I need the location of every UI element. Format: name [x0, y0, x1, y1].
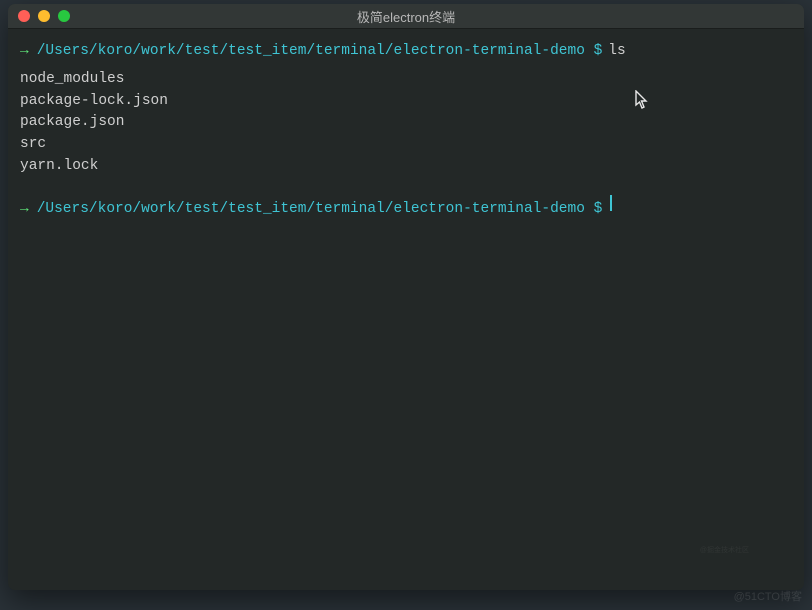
output-line: src	[20, 134, 792, 156]
prompt-line: → /Users/koro/work/test/test_item/termin…	[20, 196, 792, 221]
watermark-text: @51CTO博客	[734, 588, 802, 604]
titlebar[interactable]: 极简electron终端	[8, 4, 804, 29]
prompt-arrow-icon: →	[20, 41, 29, 63]
maximize-button[interactable]	[58, 10, 70, 22]
prompt-path: /Users/koro/work/test/test_item/terminal…	[37, 41, 603, 63]
command-text: ls	[608, 41, 625, 63]
prompt-arrow-icon: →	[20, 199, 29, 221]
minimize-button[interactable]	[38, 10, 50, 22]
output-line: package-lock.json	[20, 91, 792, 113]
app-window: 极简electron终端 → /Users/koro/work/test/tes…	[8, 4, 804, 590]
prompt-path: /Users/koro/work/test/test_item/terminal…	[37, 199, 603, 221]
traffic-lights	[8, 10, 70, 22]
prompt-line: → /Users/koro/work/test/test_item/termin…	[20, 41, 792, 63]
terminal-body[interactable]: → /Users/koro/work/test/test_item/termin…	[8, 29, 804, 234]
command-output: node_modules package-lock.json package.j…	[20, 69, 792, 178]
output-line: node_modules	[20, 69, 792, 91]
close-button[interactable]	[18, 10, 30, 22]
output-line: package.json	[20, 112, 792, 134]
window-title: 极简electron终端	[8, 7, 804, 26]
output-line: yarn.lock	[20, 156, 792, 178]
cursor-icon	[610, 195, 612, 211]
watermark-text: @掘金技术社区	[700, 545, 749, 555]
